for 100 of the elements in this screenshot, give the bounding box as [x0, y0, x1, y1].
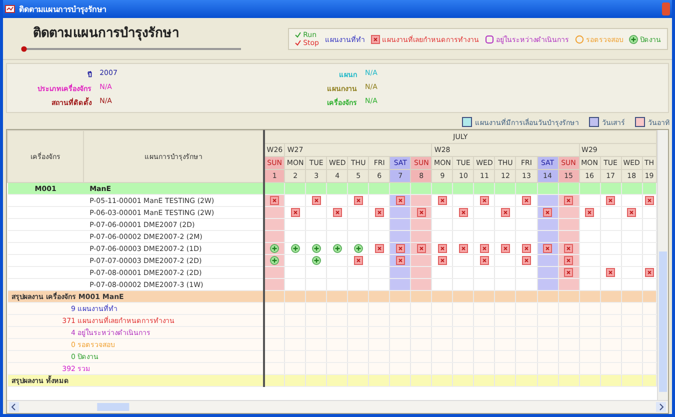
checkbox[interactable]	[589, 117, 599, 127]
day-cell[interactable]	[516, 206, 537, 218]
day-cell[interactable]	[284, 266, 306, 278]
day-cell[interactable]	[348, 206, 369, 218]
day-cell[interactable]	[284, 194, 306, 206]
x-box-icon	[374, 208, 384, 217]
day-cell[interactable]	[600, 254, 622, 266]
day-cell[interactable]	[306, 242, 327, 254]
x-box-icon	[480, 244, 489, 253]
x-box-icon	[290, 208, 300, 217]
day-cell[interactable]	[306, 206, 327, 218]
day-cell[interactable]	[474, 242, 495, 254]
checkbox[interactable]	[462, 117, 472, 127]
day-cell[interactable]	[432, 242, 453, 254]
day-cell[interactable]	[579, 254, 600, 266]
day-cell[interactable]	[621, 206, 642, 218]
day-cell[interactable]	[348, 194, 369, 206]
day-cell[interactable]	[326, 242, 348, 254]
day-cell[interactable]	[600, 266, 622, 278]
x-box-icon	[543, 244, 552, 253]
x-box-icon	[585, 208, 594, 217]
x-box-icon	[564, 196, 574, 205]
day-cell[interactable]	[348, 266, 369, 278]
day-cell[interactable]	[579, 206, 600, 218]
x-box-icon	[416, 208, 426, 217]
plus-circle-icon	[332, 244, 342, 253]
x-box-icon	[480, 196, 489, 205]
x-box-icon	[458, 244, 468, 253]
day-cell[interactable]	[600, 194, 622, 206]
plus-circle-icon	[312, 244, 321, 253]
day-cell[interactable]	[432, 254, 453, 266]
day-cell[interactable]	[326, 254, 348, 266]
x-box-icon	[354, 256, 363, 265]
x-box-icon	[644, 268, 654, 277]
x-box-icon	[438, 244, 447, 253]
day-cell[interactable]	[306, 194, 327, 206]
day-cell[interactable]	[306, 254, 327, 266]
x-box-icon	[522, 244, 531, 253]
day-cell[interactable]	[284, 254, 306, 266]
day-cell[interactable]	[326, 194, 348, 206]
day-cell[interactable]	[284, 206, 306, 218]
day-cell[interactable]	[474, 254, 495, 266]
day-cell[interactable]	[432, 206, 453, 218]
day-cell[interactable]	[452, 206, 474, 218]
day-cell[interactable]	[600, 206, 622, 218]
day-cell[interactable]	[368, 206, 390, 218]
day-cell[interactable]	[348, 254, 369, 266]
day-cell[interactable]	[516, 266, 537, 278]
day-cell[interactable]	[452, 194, 474, 206]
day-cell[interactable]	[348, 242, 369, 254]
x-box-icon	[522, 256, 531, 265]
x-box-icon	[354, 196, 363, 205]
day-cell[interactable]	[579, 242, 600, 254]
day-cell[interactable]	[516, 194, 537, 206]
day-cell[interactable]	[452, 254, 474, 266]
day-cell[interactable]	[452, 242, 474, 254]
day-cell[interactable]	[494, 194, 516, 206]
checkbox[interactable]	[635, 117, 645, 127]
day-cell[interactable]	[516, 242, 537, 254]
x-box-icon	[312, 196, 321, 205]
day-cell[interactable]	[474, 194, 495, 206]
close-icon[interactable]	[662, 2, 670, 16]
plus-circle-icon	[290, 244, 300, 253]
day-cell[interactable]	[642, 266, 656, 278]
x-box-icon	[500, 244, 510, 253]
day-cell[interactable]	[474, 266, 495, 278]
day-cell[interactable]	[432, 266, 453, 278]
window-icon	[5, 4, 15, 14]
circle-icon	[575, 34, 584, 44]
window-title: ติดตามแผนการบำรุงรักษา	[19, 4, 107, 16]
day-cell[interactable]	[474, 206, 495, 218]
day-cell[interactable]	[326, 206, 348, 218]
day-cell[interactable]	[494, 242, 516, 254]
x-box-icon	[500, 208, 510, 217]
day-cell[interactable]	[516, 254, 537, 266]
day-cell[interactable]	[368, 242, 390, 254]
x-box-icon	[332, 208, 342, 217]
day-cell[interactable]	[621, 194, 642, 206]
x-box-icon	[480, 256, 489, 265]
page-title: ติดตามแผนการบำรุงรักษา	[32, 25, 180, 43]
x-box-icon	[371, 34, 380, 44]
x-box-icon	[564, 244, 574, 253]
plus-circle-icon	[270, 256, 280, 265]
plus-circle-icon	[312, 256, 321, 265]
day-cell[interactable]	[284, 242, 306, 254]
day-cell[interactable]	[579, 266, 600, 278]
day-cell[interactable]	[494, 206, 516, 218]
day-cell[interactable]	[432, 194, 453, 206]
day-cell[interactable]	[494, 254, 516, 266]
day-cell[interactable]	[306, 266, 327, 278]
day-cell[interactable]	[579, 194, 600, 206]
x-box-icon	[416, 244, 426, 253]
plus-circle-icon	[354, 244, 363, 253]
x-box-icon	[564, 256, 574, 265]
vertical-scrollbar[interactable]	[657, 130, 668, 400]
x-box-icon	[522, 196, 531, 205]
horizontal-scrollbar[interactable]	[7, 400, 668, 413]
day-cell[interactable]	[642, 194, 656, 206]
x-box-icon	[438, 256, 447, 265]
square-icon	[485, 34, 494, 44]
